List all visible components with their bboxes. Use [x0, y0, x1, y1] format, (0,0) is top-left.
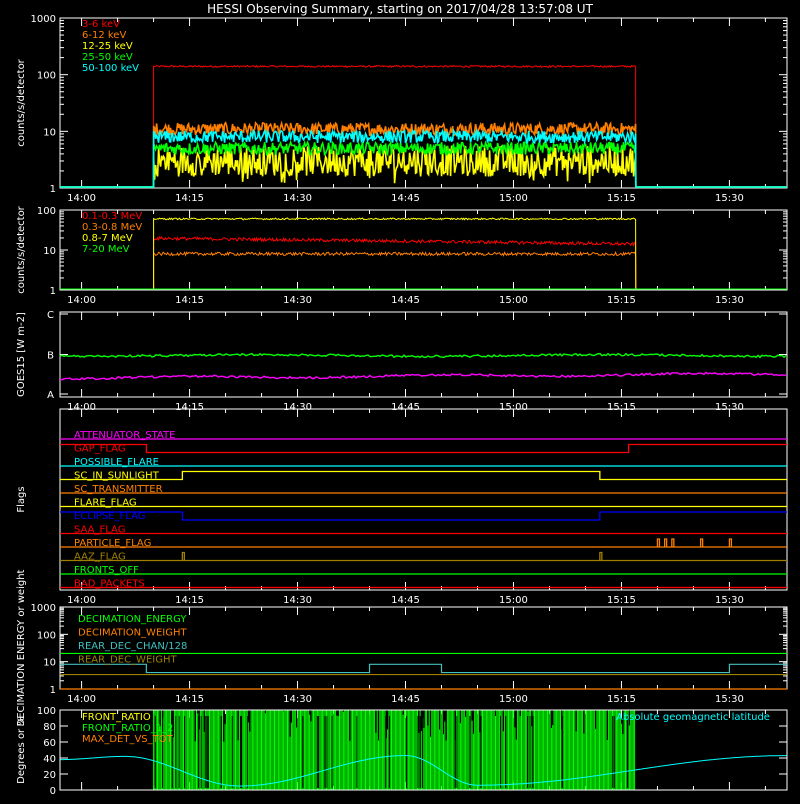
goes-ytick-label: C [47, 310, 54, 321]
ratio-ytick-label: 80 [43, 722, 56, 733]
gamma-xtick-label: 14:00 [67, 295, 96, 306]
gamma-xtick-label: 15:30 [715, 295, 744, 306]
hxr-xtick-label: 15:15 [607, 193, 636, 204]
ratio-ytick-label: 100 [37, 706, 56, 717]
gamma-legend-item: 0.1-0.3 MeV [82, 211, 142, 222]
flags-xtick-label: 14:30 [283, 595, 312, 606]
hxr-ytick-label: 100 [37, 71, 56, 82]
gamma-xtick-label: 14:15 [175, 295, 204, 306]
decimation-ytick-label: 100 [37, 630, 56, 641]
goes-ytick-label: A [47, 390, 54, 401]
decimation-xtick-label: 15:30 [715, 694, 744, 705]
decimation-legend-item: REAR_DEC_CHAN/128 [78, 641, 187, 652]
gamma-legend-item: 7-20 MeV [82, 244, 130, 255]
gamma-ylabel: counts/s/detector [16, 205, 27, 293]
observing-summary-chart: HESSI Observing Summary, starting on 201… [0, 0, 800, 800]
decimation-xtick-label: 14:30 [283, 694, 312, 705]
flags-xtick-label: 14:15 [175, 595, 204, 606]
decimation-xtick-label: 14:00 [67, 694, 96, 705]
hxr-xtick-label: 14:15 [175, 193, 204, 204]
flags-xtick-label: 15:00 [499, 595, 528, 606]
ratio-ylabel: Degrees or % [16, 716, 27, 784]
hxr-legend-item: 50-100 keV [82, 63, 139, 74]
gamma-xtick-label: 14:45 [391, 295, 420, 306]
hxr-legend-item: 6-12 keV [82, 30, 126, 41]
decimation-ytick-label: 1 [50, 685, 56, 696]
gamma-legend-item: 0.3-0.8 MeV [82, 222, 142, 233]
flags-ylabel: Flags [16, 486, 27, 512]
ratio-legend-item: FRONT_RATIO [82, 712, 151, 723]
gamma-legend-item: 0.8-7 MeV [82, 233, 133, 244]
decimation-xtick-label: 15:00 [499, 694, 528, 705]
hxr-xtick-label: 15:00 [499, 193, 528, 204]
ratio-ytick-label: 60 [43, 738, 56, 749]
decimation-legend-item: REAR_DEC_WEIGHT [78, 655, 177, 666]
ratio-legend-item: MAX_DET_VS_TOT [82, 734, 174, 745]
goes-ylabel: GOES15 [W m-2] [16, 312, 27, 397]
hxr-ytick-label: 1000 [31, 14, 56, 25]
flags-xtick-label: 14:45 [391, 595, 420, 606]
decimation-xtick-label: 14:45 [391, 694, 420, 705]
decimation-xtick-label: 15:15 [607, 694, 636, 705]
hxr-ytick-label: 10 [43, 127, 56, 138]
chart-background [0, 0, 800, 800]
gamma-xtick-label: 15:00 [499, 295, 528, 306]
ratio-ytick-label: 40 [43, 754, 56, 765]
goes-ytick-label: B [47, 351, 54, 362]
gamma-ytick-label: 1 [50, 286, 56, 297]
ratio-ytick-label: 0 [50, 786, 56, 797]
gamma-ytick-label: 100 [37, 206, 56, 217]
hxr-xtick-label: 14:00 [67, 193, 96, 204]
decimation-xtick-label: 14:15 [175, 694, 204, 705]
ratio-legend-item: FRONT_RATIO_1_2 [82, 723, 173, 734]
gamma-xtick-label: 15:15 [607, 295, 636, 306]
hxr-legend-item: 12-25 keV [82, 41, 133, 52]
hxr-ylabel: counts/s/detector [16, 58, 27, 146]
decimation-ylabel: DECIMATION ENERGY or weight [16, 569, 27, 726]
flags-xtick-label: 15:30 [715, 595, 744, 606]
chart-title: HESSI Observing Summary, starting on 201… [207, 2, 593, 16]
hxr-xtick-label: 14:30 [283, 193, 312, 204]
hxr-xtick-label: 15:30 [715, 193, 744, 204]
flags-xtick-label: 15:15 [607, 595, 636, 606]
hxr-ytick-label: 1 [50, 184, 56, 195]
decimation-legend-item: DECIMATION_WEIGHT [78, 628, 187, 639]
decimation-legend-item: DECIMATION_ENERGY [78, 614, 187, 625]
ratio-legend-item: Absolute geomagnetic latitude [616, 712, 770, 723]
hxr-legend-item: 25-50 keV [82, 52, 133, 63]
gamma-xtick-label: 14:30 [283, 295, 312, 306]
gamma-ytick-label: 10 [43, 246, 56, 257]
decimation-ytick-label: 1000 [31, 603, 56, 614]
flags-xtick-label: 14:00 [67, 595, 96, 606]
hxr-xtick-label: 14:45 [391, 193, 420, 204]
decimation-ytick-label: 10 [43, 658, 56, 669]
hxr-legend-item: 3-6 keV [82, 19, 120, 30]
ratio-ytick-label: 20 [43, 770, 56, 781]
